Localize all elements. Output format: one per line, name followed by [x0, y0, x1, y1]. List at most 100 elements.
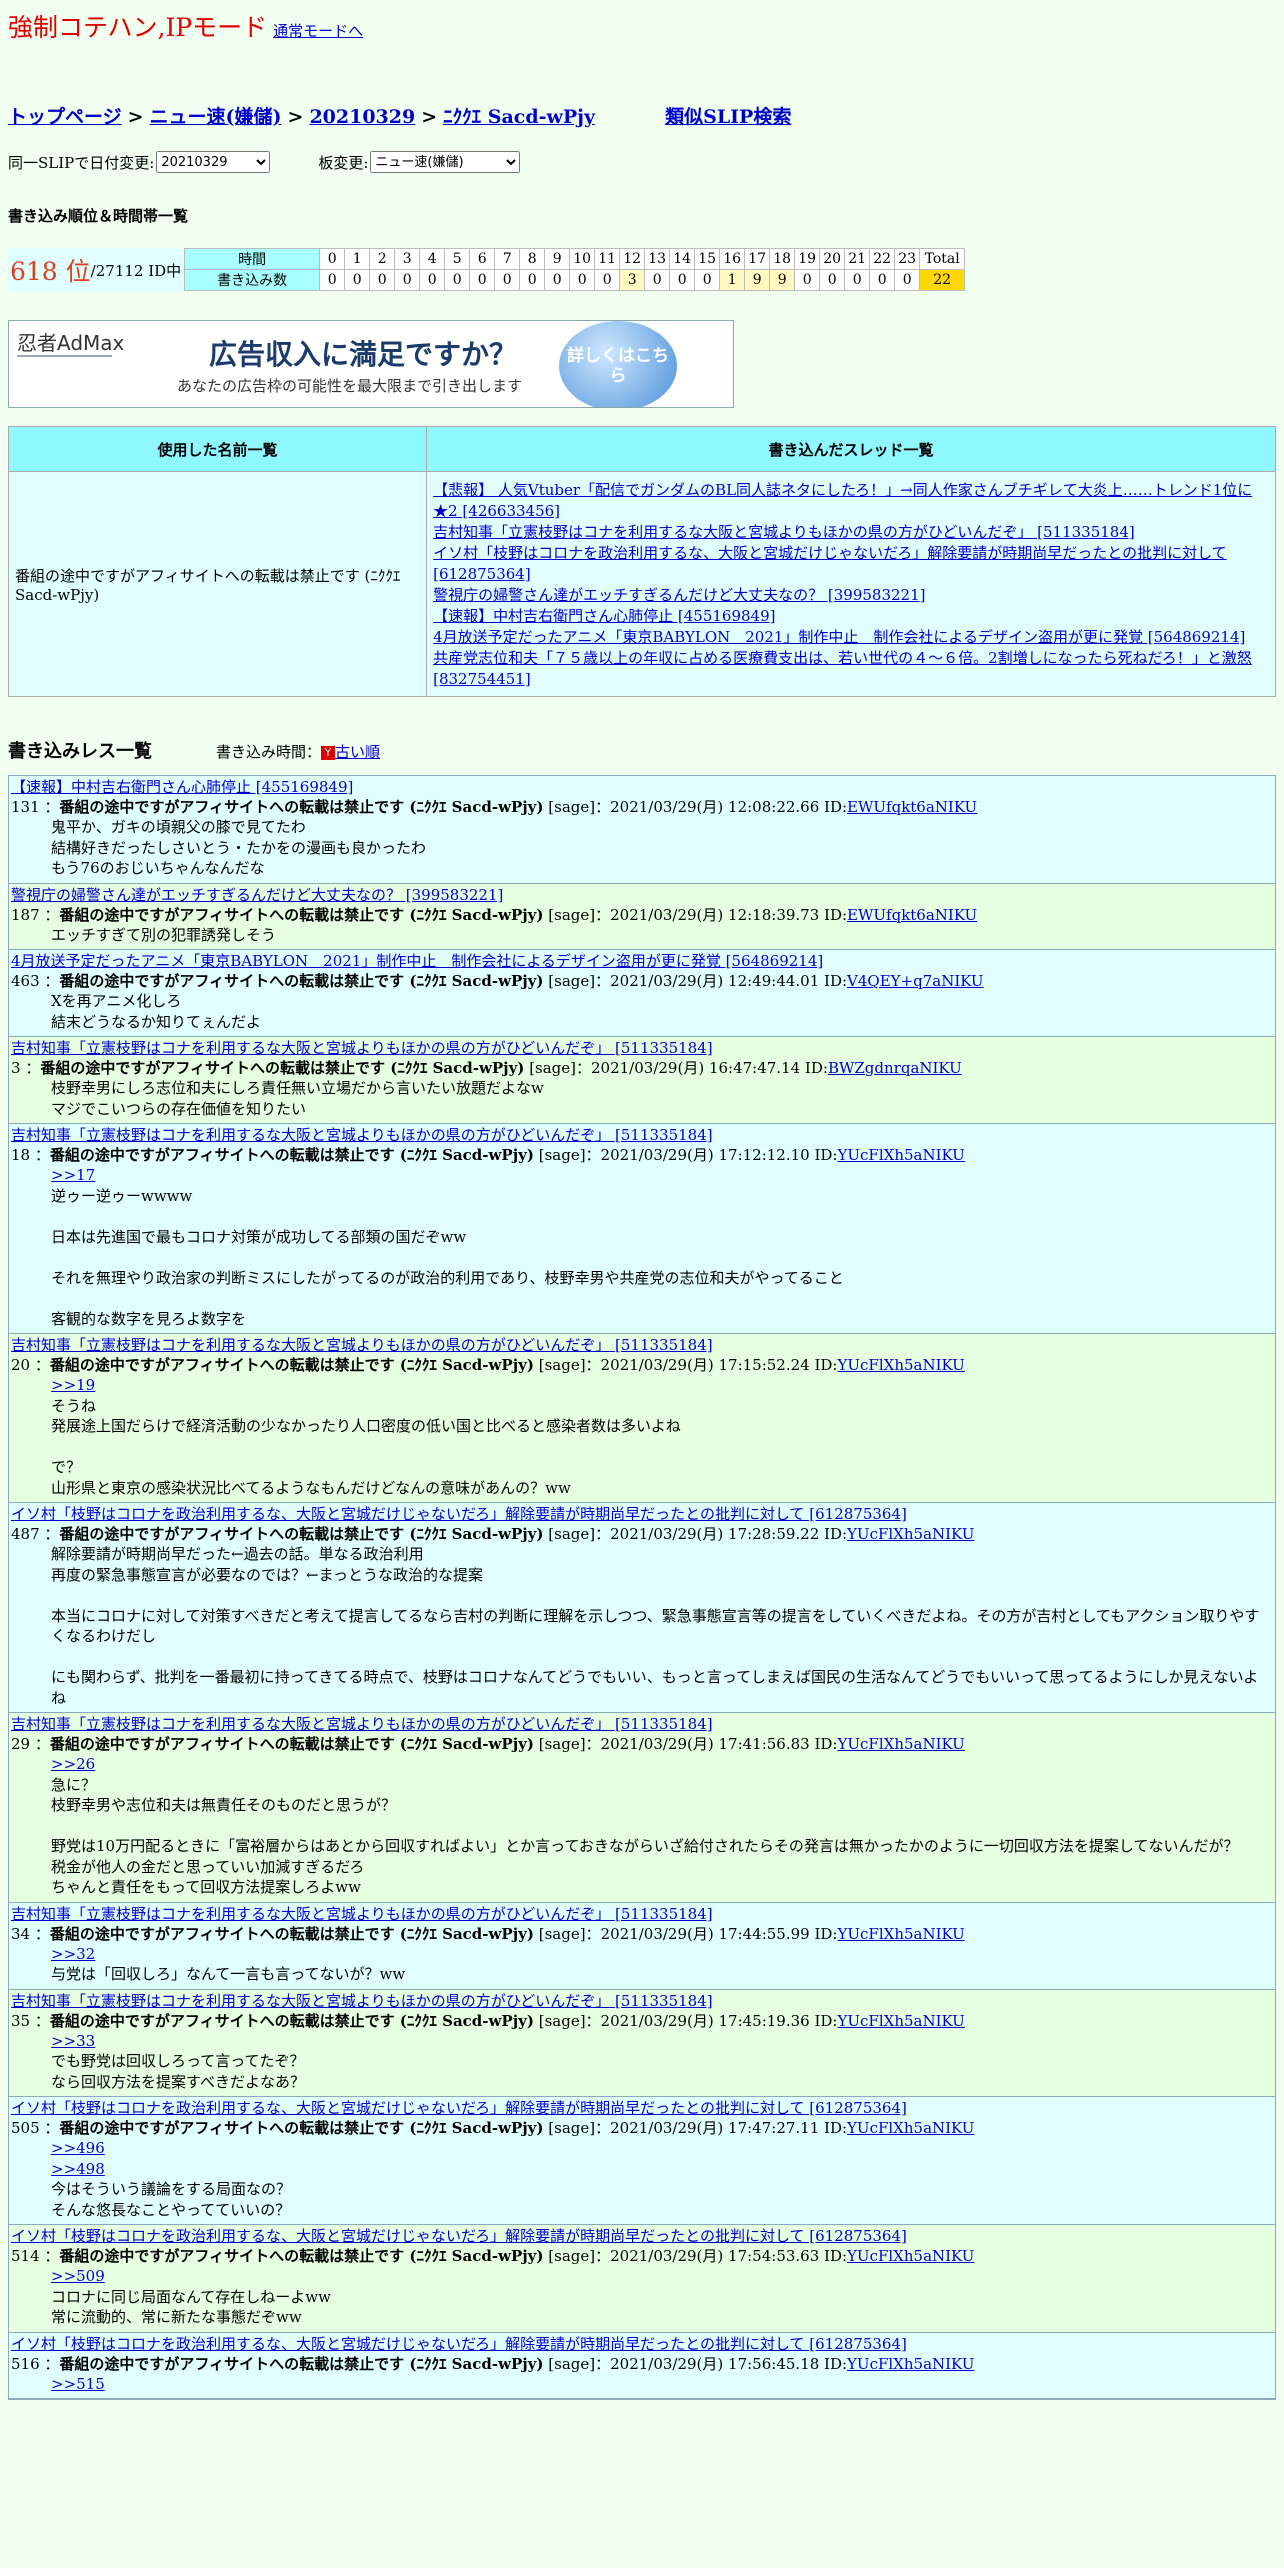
post-body: >>26 急に？ 枝野幸男や志位和夫は無責任そのものだと思うが？ 野党は10万円配ると… — [11, 1754, 1273, 1898]
breadcrumb-top[interactable]: トップページ — [8, 102, 122, 129]
post-id-link[interactable]: YUcFlXh5aNIKU — [847, 2355, 974, 2373]
thread-link[interactable]: 【速報】中村吉右衛門さん心肺停止 [455169849] — [433, 606, 1269, 627]
post-thread-link[interactable]: 【速報】中村吉右衛門さん心肺停止 [455169849] — [11, 778, 1273, 797]
post-number: 514 — [11, 2247, 40, 2265]
post-item: 【速報】中村吉右衛門さん心肺停止 [455169849] 131 ：番組の途中です… — [9, 776, 1275, 884]
count-cell: 1 — [719, 269, 746, 291]
reply-anchor-link[interactable]: >>19 — [51, 1375, 1273, 1396]
post-thread-link[interactable]: 吉村知事「立憲枝野はコナを利用するな大阪と宮城よりもほかの県の方がひどいんだぞ」… — [11, 1715, 1273, 1734]
reply-anchor-link[interactable]: >>498 — [51, 2159, 1273, 2180]
post-id-link[interactable]: V4QEY+q7aNIKU — [847, 972, 984, 990]
count-cell: 0 — [594, 269, 621, 291]
post-line: それを無理やり政治家の判断ミスにしたがってるのが政治的利用であり、枝野幸男や共産… — [51, 1268, 844, 1287]
count-cell: 0 — [869, 269, 896, 291]
total-label: Total — [919, 248, 966, 270]
post-meta: [sage]：2021/03/29(月) 12:08:22.66 ID: — [548, 798, 848, 816]
post-id-link[interactable]: YUcFlXh5aNIKU — [837, 1146, 964, 1164]
thread-link[interactable]: イソ村「枝野はコロナを政治利用するな、大阪と宮城だけじゃないだろ」解除要請が時期… — [433, 543, 1269, 585]
hour-cell: 15 — [694, 248, 721, 270]
hour-cell: 12 — [619, 248, 646, 270]
post-number: 463 — [11, 972, 40, 990]
post-thread-link[interactable]: 吉村知事「立憲枝野はコナを利用するな大阪と宮城よりもほかの県の方がひどいんだぞ」… — [11, 1039, 1273, 1058]
post-id-link[interactable]: BWZgdnrqaNIKU — [828, 1059, 962, 1077]
post-thread-link[interactable]: 吉村知事「立憲枝野はコナを利用するな大阪と宮城よりもほかの県の方がひどいんだぞ」… — [11, 1126, 1273, 1145]
hour-cell: 6 — [469, 248, 496, 270]
post-id-link[interactable]: YUcFlXh5aNIKU — [837, 2012, 964, 2030]
post-thread-link[interactable]: イソ村「枝野はコロナを政治利用するな、大阪と宮城だけじゃないだろ」解除要請が時期… — [11, 2335, 1273, 2354]
posts-title: 書き込みレス一覧 — [8, 741, 152, 762]
post-thread-link[interactable]: 警視庁の婦警さん達がエッチすぎるんだけど大丈夫なの？ [399583221] — [11, 886, 1273, 905]
reply-anchor-link[interactable]: >>496 — [51, 2138, 1273, 2159]
post-number: 18 — [11, 1146, 31, 1164]
reply-anchor-link[interactable]: >>515 — [51, 2374, 1273, 2395]
ad-details-button[interactable]: 詳しくはこちら — [559, 321, 677, 407]
date-select[interactable]: 20210329 — [156, 151, 271, 173]
breadcrumb-board[interactable]: ニュー速(嫌儲) — [150, 102, 282, 129]
post-line — [51, 1247, 1273, 1268]
post-item: イソ村「枝野はコロナを政治利用するな、大阪と宮城だけじゃないだろ」解除要請が時期… — [9, 2225, 1275, 2333]
count-cell: 0 — [369, 269, 396, 291]
reply-anchor-link[interactable]: >>33 — [51, 2031, 1273, 2052]
post-id-link[interactable]: YUcFlXh5aNIKU — [847, 1525, 974, 1543]
breadcrumb-separator: > — [127, 106, 144, 128]
post-thread-link[interactable]: 吉村知事「立憲枝野はコナを利用するな大阪と宮城よりもほかの県の方がひどいんだぞ」… — [11, 1992, 1273, 2011]
post-id-link[interactable]: EWUfqkt6aNIKU — [847, 906, 977, 924]
breadcrumb-slip[interactable]: ﾆｸｸｴ Sacd-wPjy — [443, 102, 595, 129]
breadcrumb-date[interactable]: 20210329 — [309, 106, 415, 128]
post-thread-link[interactable]: 吉村知事「立憲枝野はコナを利用するな大阪と宮城よりもほかの県の方がひどいんだぞ」… — [11, 1905, 1273, 1924]
rank-number: 618 位 — [10, 257, 91, 286]
reply-anchor-link[interactable]: >>509 — [51, 2266, 1273, 2287]
post-id-link[interactable]: YUcFlXh5aNIKU — [847, 2247, 974, 2265]
count-cell: 0 — [394, 269, 421, 291]
post-thread-link[interactable]: イソ村「枝野はコロナを政治利用するな、大阪と宮城だけじゃないだろ」解除要請が時期… — [11, 2099, 1273, 2118]
hour-cell: 4 — [419, 248, 446, 270]
post-meta: [sage]：2021/03/29(月) 17:56:45.18 ID: — [548, 2354, 848, 2373]
thread-link[interactable]: 共産党志位和夫「７５歳以上の年収に占める医療費支出は、若い世代の４～６倍。2割増… — [433, 648, 1269, 690]
post-number: 487 — [11, 1525, 40, 1543]
post-thread-link[interactable]: 吉村知事「立憲枝野はコナを利用するな大阪と宮城よりもほかの県の方がひどいんだぞ」… — [11, 1336, 1273, 1355]
normal-mode-link[interactable]: 通常モードへ — [273, 20, 363, 41]
thread-link[interactable]: 警視庁の婦警さん達がエッチすぎるんだけど大丈夫なの？ [399583221] — [433, 585, 1269, 606]
thread-link[interactable]: 4月放送予定だったアニメ「東京BABYLON 2021」制作中止 制作会社による… — [433, 627, 1269, 648]
hour-cell: 10 — [569, 248, 596, 270]
reply-anchor-link[interactable]: >>26 — [51, 1754, 1273, 1775]
post-id-link[interactable]: YUcFlXh5aNIKU — [837, 1925, 964, 1943]
breadcrumb: トップページ > ニュー速(嫌儲) > 20210329 > ﾆｸｸｴ Sacd… — [8, 102, 1276, 129]
post-id-link[interactable]: EWUfqkt6aNIKU — [847, 798, 977, 816]
post-header: 516 ：番組の途中ですがアフィサイトへの転載は禁止です (ﾆｸｸｴ Sacd-… — [11, 2354, 975, 2373]
date-change-label: 同一SLIPで日付変更: — [8, 153, 155, 172]
count-cell: 3 — [619, 269, 646, 291]
post-line: ちゃんと責任をもって回収方法提案しろよww — [51, 1878, 361, 1896]
hour-cell: 21 — [844, 248, 871, 270]
breadcrumb-separator: > — [421, 106, 438, 128]
post-line: 鬼平か、ガキの頃親父の膝で見てたわ — [51, 818, 306, 836]
post-thread-link[interactable]: イソ村「枝野はコロナを政治利用するな、大阪と宮城だけじゃないだろ」解除要請が時期… — [11, 1505, 1273, 1524]
sort-order-icon[interactable]: Y — [321, 746, 336, 760]
post-line — [51, 1206, 1273, 1227]
post-body: 鬼平か、ガキの頃親父の膝で見てたわ 結構好きだったしさいとう・たかをの漫画も良かっ… — [11, 817, 1273, 879]
hour-cell: 17 — [744, 248, 771, 270]
reply-anchor-link[interactable]: >>32 — [51, 1944, 1273, 1965]
ad-banner[interactable]: 忍者AdMax 広告収入に満足ですか？ あなたの広告枠の可能性を最大限まで引き出… — [8, 320, 734, 408]
post-id-link[interactable]: YUcFlXh5aNIKU — [847, 2119, 974, 2137]
ad-main-text: 広告収入に満足ですか？ — [209, 338, 518, 371]
post-author: 番組の途中ですがアフィサイトへの転載は禁止です (ﾆｸｸｴ Sacd-wPjy) — [49, 1356, 534, 1374]
post-meta: [sage]：2021/03/29(月) 17:12:12.10 ID: — [538, 1146, 838, 1164]
post-thread-link[interactable]: イソ村「枝野はコロナを政治利用するな、大阪と宮城だけじゃないだろ」解除要請が時期… — [11, 2227, 1273, 2246]
thread-link[interactable]: 【悲報】 人気Vtuber「配信でガンダムのBL同人誌ネタにしたろ！」→同人作家… — [433, 480, 1269, 522]
post-id-link[interactable]: YUcFlXh5aNIKU — [837, 1356, 964, 1374]
post-id-link[interactable]: YUcFlXh5aNIKU — [837, 1735, 964, 1753]
count-cell: 0 — [319, 269, 346, 291]
post-meta: [sage]：2021/03/29(月) 17:54:53.63 ID: — [548, 2247, 848, 2265]
post-number: 35 — [11, 2011, 31, 2030]
hour-cell: 14 — [669, 248, 696, 270]
sort-oldest-link[interactable]: 古い順 — [335, 743, 380, 761]
board-select[interactable]: ニュー速(嫌儲) — [370, 151, 521, 173]
reply-anchor-link[interactable]: >>17 — [51, 1165, 1273, 1186]
post-thread-link[interactable]: 4月放送予定だったアニメ「東京BABYLON 2021」制作中止 制作会社による… — [11, 952, 1273, 971]
post-line: 与党は「回収しろ」なんて一言も言ってないが？ww — [51, 1965, 406, 1983]
post-line: 逆ゥー逆ゥーwwww — [51, 1186, 193, 1205]
similar-slip-search-link[interactable]: 類似SLIP検索 — [665, 102, 791, 129]
post-item: 4月放送予定だったアニメ「東京BABYLON 2021」制作中止 制作会社による… — [9, 950, 1275, 1037]
thread-link[interactable]: 吉村知事「立憲枝野はコナを利用するな大阪と宮城よりもほかの県の方がひどいんだぞ」… — [433, 522, 1269, 543]
